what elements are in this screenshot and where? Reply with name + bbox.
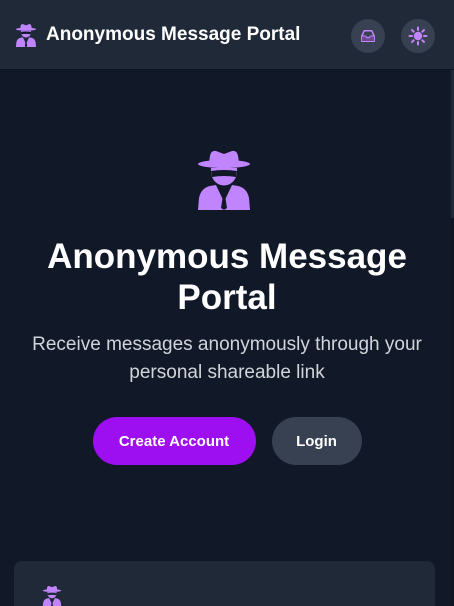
spy-icon — [198, 150, 250, 210]
hero-subtitle-line-1: Receive messages anonymously through you… — [32, 334, 422, 355]
top-navbar: Anonymous Message Portal — [0, 0, 454, 70]
sun-icon — [408, 26, 428, 46]
inbox-button[interactable] — [351, 19, 385, 53]
brand[interactable]: Anonymous Message Portal — [14, 23, 300, 47]
hero-title: Anonymous Message Portal — [0, 236, 454, 318]
login-button[interactable]: Login — [271, 417, 362, 465]
create-account-button[interactable]: Create Account — [92, 417, 256, 465]
hero-subtitle-line-2: personal shareable link — [129, 362, 325, 383]
brand-title: Anonymous Message Portal — [46, 23, 301, 45]
spy-icon — [42, 586, 62, 606]
page: Anonymous Message Portal Anonymous Messa… — [0, 0, 454, 606]
theme-toggle-button[interactable] — [401, 19, 435, 53]
hero-title-line-2: Portal — [177, 278, 277, 317]
hero-title-line-1: Anonymous Message — [47, 237, 407, 276]
cta-group: Create Account Login — [0, 417, 454, 465]
header-actions — [351, 19, 435, 53]
feature-card — [14, 561, 435, 606]
spy-icon — [15, 23, 37, 47]
inbox-icon — [361, 30, 375, 42]
hero-subtitle: Receive messages anonymously through you… — [16, 331, 438, 387]
